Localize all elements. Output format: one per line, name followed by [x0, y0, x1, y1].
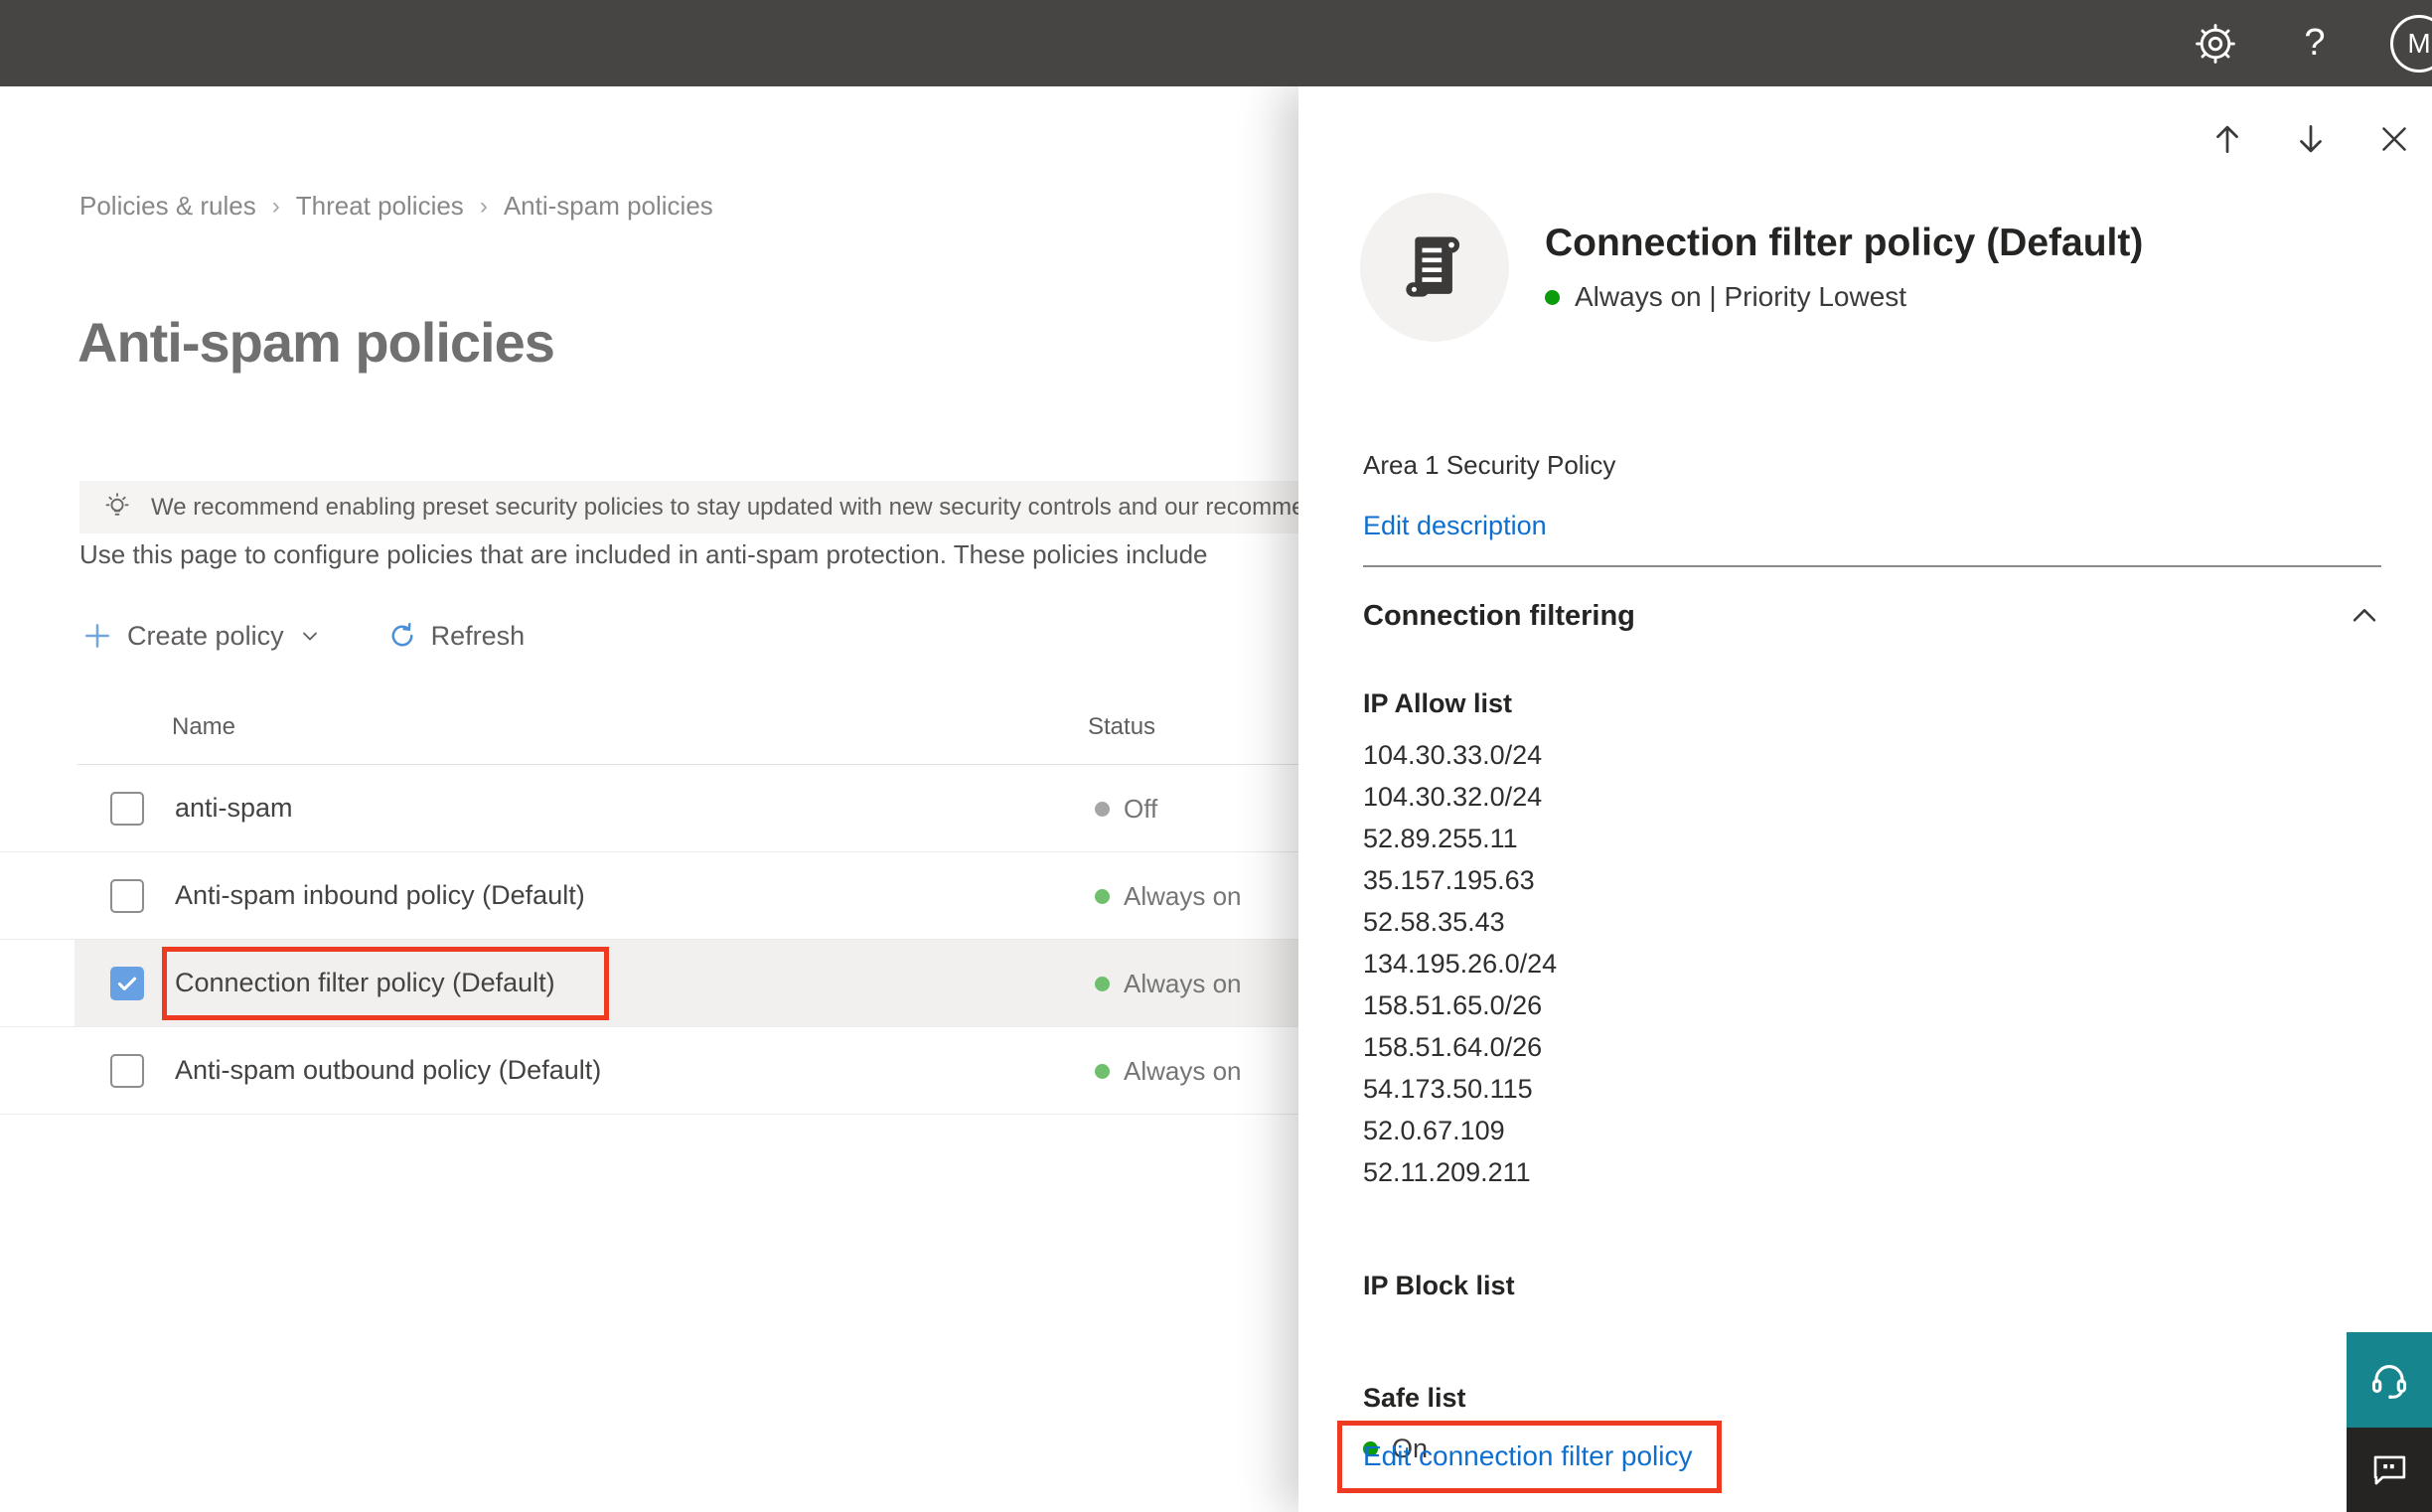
- ip-entry: 52.11.209.211: [1363, 1157, 1531, 1187]
- create-policy-button[interactable]: Create policy: [81, 620, 322, 652]
- ip-entry: 134.195.26.0/24: [1363, 949, 1558, 979]
- breadcrumb-separator: ›: [271, 192, 280, 220]
- ip-entry: 52.0.67.109: [1363, 1116, 1505, 1145]
- status-priority-text: Always on | Priority Lowest: [1575, 281, 1907, 312]
- status-dot-on: [1095, 976, 1110, 991]
- connection-filtering-section-header: Connection filtering: [1363, 599, 2381, 633]
- divider: [1363, 565, 2381, 567]
- close-icon[interactable]: [2374, 119, 2414, 159]
- breadcrumb-threat-policies[interactable]: Threat policies: [296, 191, 464, 222]
- refresh-icon: [387, 621, 417, 651]
- help-icon[interactable]: ?: [2291, 20, 2339, 68]
- refresh-button[interactable]: Refresh: [387, 620, 526, 652]
- status-label: Always on: [1124, 1055, 1242, 1086]
- ip-entry: 158.51.65.0/26: [1363, 990, 1543, 1020]
- page-title: Anti-spam policies: [77, 311, 555, 374]
- support-button[interactable]: [2347, 1332, 2432, 1428]
- avatar-initial: M: [2407, 27, 2431, 59]
- next-item-arrow-down-icon[interactable]: [2291, 119, 2331, 159]
- ip-entry: 104.30.33.0/24: [1363, 740, 1543, 770]
- headset-icon: [2366, 1357, 2412, 1403]
- status-label: Always on: [1124, 968, 1242, 998]
- ip-entry: 52.58.35.43: [1363, 907, 1505, 937]
- status-label: Always on: [1124, 880, 1242, 911]
- policy-name[interactable]: Anti-spam inbound policy (Default): [175, 880, 585, 911]
- plus-icon: [81, 620, 113, 652]
- policy-name[interactable]: anti-spam: [175, 793, 293, 824]
- ip-entry: 35.157.195.63: [1363, 865, 1535, 895]
- policy-details-flyout: Connection filter policy (Default) Alway…: [1298, 86, 2432, 1512]
- page-description: Use this page to configure policies that…: [79, 539, 1208, 569]
- create-policy-label: Create policy: [127, 620, 284, 651]
- policy-name[interactable]: Connection filter policy (Default): [175, 968, 555, 998]
- row-checkbox-checked[interactable]: [110, 967, 144, 1000]
- policy-description: Area 1 Security Policy: [1363, 450, 1616, 480]
- status-dot-off: [1095, 801, 1110, 817]
- chevron-down-icon: [298, 624, 322, 648]
- breadcrumb: Policies & rules › Threat policies › Ant…: [79, 191, 713, 222]
- ip-block-list-title: IP Block list: [1363, 1271, 1515, 1300]
- edit-connection-filter-policy-link[interactable]: Edit connection filter policy: [1363, 1440, 1693, 1472]
- banner-text: We recommend enabling preset security po…: [151, 493, 1305, 521]
- chevron-up-icon[interactable]: [2348, 599, 2381, 633]
- status-dot-on: [1545, 289, 1560, 305]
- safe-list-title: Safe list: [1363, 1383, 1466, 1413]
- toolbar: Create policy Refresh: [81, 612, 525, 660]
- top-app-bar: ? M: [0, 0, 2432, 86]
- row-checkbox[interactable]: [110, 879, 144, 913]
- edit-description-link[interactable]: Edit description: [1363, 511, 1547, 541]
- settings-gear-icon[interactable]: [2192, 20, 2239, 68]
- breadcrumb-policies-rules[interactable]: Policies & rules: [79, 191, 256, 222]
- ip-entry: 104.30.32.0/24: [1363, 782, 1543, 812]
- previous-item-arrow-up-icon[interactable]: [2207, 119, 2247, 159]
- ip-entry: 52.89.255.11: [1363, 824, 1518, 853]
- ip-allow-list: 104.30.33.0/24 104.30.32.0/24 52.89.255.…: [1363, 734, 1557, 1193]
- ip-entry: 54.173.50.115: [1363, 1074, 1533, 1104]
- feedback-chat-icon: [2368, 1449, 2410, 1491]
- section-title: Connection filtering: [1363, 599, 1635, 632]
- refresh-label: Refresh: [430, 620, 526, 651]
- column-header-name[interactable]: Name: [172, 713, 235, 741]
- feedback-button[interactable]: [2347, 1428, 2432, 1512]
- breadcrumb-anti-spam-policies[interactable]: Anti-spam policies: [504, 191, 713, 222]
- breadcrumb-separator: ›: [479, 192, 488, 220]
- status-dot-on: [1095, 1063, 1110, 1079]
- policy-name[interactable]: Anti-spam outbound policy (Default): [175, 1055, 601, 1086]
- account-avatar[interactable]: M: [2390, 14, 2432, 73]
- policy-scroll-icon: [1360, 193, 1509, 342]
- status-label: Off: [1124, 793, 1158, 824]
- ip-allow-list-title: IP Allow list: [1363, 688, 1513, 718]
- help-glyph: ?: [2304, 22, 2326, 64]
- flyout-title: Connection filter policy (Default): [1545, 222, 2144, 264]
- flyout-nav: [2207, 119, 2414, 159]
- ip-entry: 158.51.64.0/26: [1363, 1032, 1543, 1062]
- lightbulb-icon: [101, 492, 133, 524]
- status-dot-on: [1095, 888, 1110, 904]
- row-checkbox[interactable]: [110, 1054, 144, 1088]
- row-checkbox[interactable]: [110, 792, 144, 826]
- column-header-status[interactable]: Status: [1088, 713, 1155, 741]
- flyout-status-line: Always on | Priority Lowest: [1545, 281, 2143, 313]
- flyout-header: Connection filter policy (Default) Alway…: [1360, 193, 2143, 342]
